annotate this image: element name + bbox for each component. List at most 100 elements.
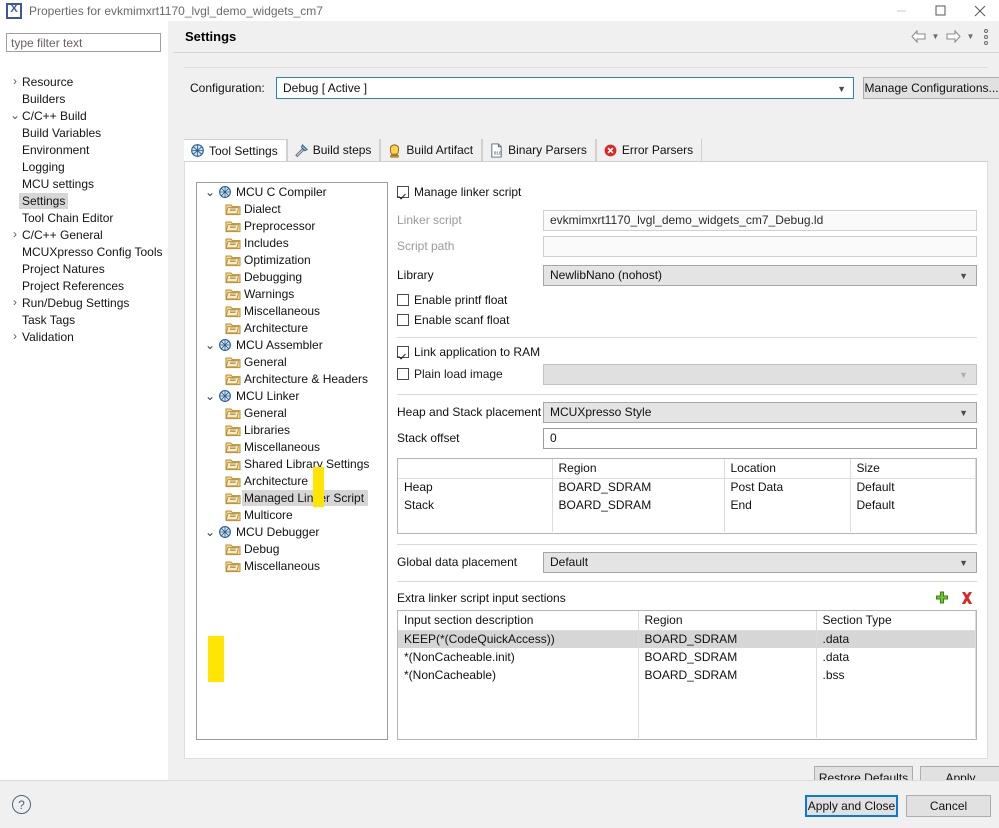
table-row[interactable]: *(NonCacheable.init) BOARD_SDRAM .data (398, 648, 976, 666)
manage-linker-script-checkbox[interactable] (397, 186, 409, 198)
tool-tree-item-miscellaneous[interactable]: Miscellaneous (197, 438, 387, 455)
chevron-right-icon[interactable]: › (8, 226, 22, 243)
tab-binary-parsers[interactable]: 010 Binary Parsers (482, 139, 596, 161)
tool-tree-item-debugging[interactable]: Debugging (197, 268, 387, 285)
enable-printf-float-checkbox[interactable] (397, 294, 409, 306)
apply-and-close-button[interactable]: Apply and Close (805, 795, 898, 817)
tab-build-artifact[interactable]: Build Artifact (380, 139, 483, 161)
tool-tree-item-miscellaneous[interactable]: Miscellaneous (197, 302, 387, 319)
sidebar-item-c-c-build[interactable]: ⌄ C/C++ Build (0, 107, 168, 124)
chevron-down-icon[interactable]: ⌄ (203, 185, 217, 199)
table-row[interactable] (398, 720, 976, 738)
tool-tree-item-mcu-assembler[interactable]: ⌄ MCU Assembler (197, 336, 387, 353)
global-data-placement-select[interactable]: Default ▼ (543, 551, 977, 573)
chevron-right-icon[interactable]: › (8, 294, 22, 311)
sidebar-item-run-debug-settings[interactable]: › Run/Debug Settings (0, 294, 168, 311)
tool-tree-item-miscellaneous[interactable]: Miscellaneous (197, 557, 387, 574)
link-application-to-ram-row[interactable]: Link application to RAM (397, 343, 977, 361)
tool-tree-item-architecture[interactable]: Architecture (197, 472, 387, 489)
tool-tree-item-architecture[interactable]: Architecture (197, 319, 387, 336)
chevron-right-icon[interactable]: › (8, 328, 22, 345)
library-select[interactable]: NewlibNano (nohost) ▼ (543, 264, 977, 286)
maximize-icon[interactable] (921, 0, 960, 21)
sidebar-item-c-c-general[interactable]: › C/C++ General (0, 226, 168, 243)
manage-linker-script-row[interactable]: Manage linker script (397, 182, 977, 202)
tool-tree-item-debug[interactable]: Debug (197, 540, 387, 557)
tool-tree-item-mcu-debugger[interactable]: ⌄ MCU Debugger (197, 523, 387, 540)
forward-history-chevron-down-icon[interactable]: ▼ (965, 27, 976, 47)
chevron-down-icon[interactable]: ⌄ (203, 389, 217, 403)
link-application-to-ram-checkbox[interactable] (397, 346, 409, 358)
plus-icon[interactable] (934, 590, 950, 606)
chevron-right-icon[interactable]: › (8, 73, 22, 90)
table-row[interactable] (398, 684, 976, 702)
tool-tree-item-libraries[interactable]: Libraries (197, 421, 387, 438)
tool-tree-item-mcu-c-compiler[interactable]: ⌄ MCU C Compiler (197, 183, 387, 200)
vertical-dots-icon[interactable] (979, 27, 993, 47)
sidebar-item-task-tags[interactable]: Task Tags (0, 311, 168, 328)
configuration-label: Configuration: (190, 81, 265, 95)
tool-tree-item-multicore[interactable]: Multicore (197, 506, 387, 523)
sidebar-item-environment[interactable]: Environment (0, 141, 168, 158)
chevron-down-icon[interactable]: ⌄ (203, 338, 217, 352)
tool-tree-item-mcu-linker[interactable]: ⌄ MCU Linker (197, 387, 387, 404)
minimize-icon[interactable] (882, 0, 921, 21)
stack-offset-input[interactable]: 0 (543, 427, 977, 449)
enable-scanf-float-checkbox[interactable] (397, 314, 409, 326)
tool-tree-item-preprocessor[interactable]: Preprocessor (197, 217, 387, 234)
delete-x-icon[interactable] (959, 590, 975, 606)
chevron-down-icon[interactable]: ⌄ (8, 107, 22, 124)
table-row[interactable]: Stack BOARD_SDRAM End Default (398, 496, 976, 514)
tool-tree-item-warnings[interactable]: Warnings (197, 285, 387, 302)
sidebar-item-build-variables[interactable]: Build Variables (0, 124, 168, 141)
sidebar-item-project-references[interactable]: Project References (0, 277, 168, 294)
folder-page-icon (225, 491, 241, 505)
tool-tree-item-general[interactable]: General (197, 353, 387, 370)
tool-tree-item-managed-linker-script[interactable]: Managed Linker Script (197, 489, 387, 506)
tool-tree-item-general[interactable]: General (197, 404, 387, 421)
forward-arrow-icon[interactable] (944, 27, 962, 47)
extra-sections-table[interactable]: Input section description Region Section T… (397, 610, 977, 740)
heap-stack-table[interactable]: Region Location Size Heap BOARD_SDRAM Post D… (397, 458, 977, 534)
cancel-button[interactable]: Cancel (906, 795, 991, 817)
table-row[interactable] (398, 702, 976, 720)
configuration-select[interactable]: Debug [ Active ] ▼ (276, 77, 854, 99)
tool-tree-label: General (244, 405, 287, 420)
table-row[interactable]: *(NonCacheable) BOARD_SDRAM .bss (398, 666, 976, 684)
tool-tree-item-architecture-headers[interactable]: Architecture & Headers (197, 370, 387, 387)
close-icon[interactable] (960, 0, 999, 21)
chevron-down-icon[interactable]: ⌄ (203, 525, 217, 539)
sidebar-item-validation[interactable]: › Validation (0, 328, 168, 345)
sidebar-item-resource[interactable]: › Resource (0, 73, 168, 90)
table-row[interactable] (398, 514, 976, 532)
sidebar-item-project-natures[interactable]: Project Natures (0, 260, 168, 277)
enable-printf-float-row[interactable]: Enable printf float (397, 291, 977, 309)
tool-tree-item-includes[interactable]: Includes (197, 234, 387, 251)
sidebar-item-mcuxpresso-config-tools[interactable]: MCUXpresso Config Tools (0, 243, 168, 260)
filter-input[interactable] (6, 33, 161, 52)
sidebar-item-mcu-settings[interactable]: MCU settings (0, 175, 168, 192)
back-history-chevron-down-icon[interactable]: ▼ (930, 27, 941, 47)
table-row[interactable]: Heap BOARD_SDRAM Post Data Default (398, 478, 976, 496)
help-question-icon[interactable]: ? (12, 795, 31, 814)
manage-configurations-button[interactable]: Manage Configurations... (863, 77, 999, 99)
heap-stack-placement-select[interactable]: MCUXpresso Style ▼ (543, 401, 977, 423)
plain-load-image-checkbox[interactable] (397, 368, 409, 380)
tool-tree-item-dialect[interactable]: Dialect (197, 200, 387, 217)
table-row[interactable]: KEEP(*(CodeQuickAccess)) BOARD_SDRAM .data (398, 630, 976, 648)
back-arrow-icon[interactable] (909, 27, 927, 47)
sidebar-item-settings[interactable]: Settings (0, 192, 168, 209)
sidebar-item-logging[interactable]: Logging (0, 158, 168, 175)
tool-tree-item-shared-library-settings[interactable]: Shared Library Settings (197, 455, 387, 472)
tab-build-steps[interactable]: Build steps (286, 139, 381, 161)
enable-scanf-float-row[interactable]: Enable scanf float (397, 311, 977, 329)
sidebar-item-tool-chain-editor[interactable]: Tool Chain Editor (0, 209, 168, 226)
configuration-block: Configuration: Debug [ Active ] ▼ Manage… (184, 67, 999, 113)
tab-error-parsers[interactable]: Error Parsers (595, 139, 703, 161)
sidebar-item-builders[interactable]: Builders (0, 90, 168, 107)
folder-page-icon (225, 559, 241, 573)
tool-tree-item-optimization[interactable]: Optimization (197, 251, 387, 268)
plain-load-image-row[interactable]: Plain load image ▼ (397, 363, 977, 385)
tool-tree[interactable]: ⌄ MCU C Compiler Dialect Preprocessor Includ… (196, 182, 388, 740)
tab-tool-settings[interactable]: Tool Settings (184, 139, 287, 161)
